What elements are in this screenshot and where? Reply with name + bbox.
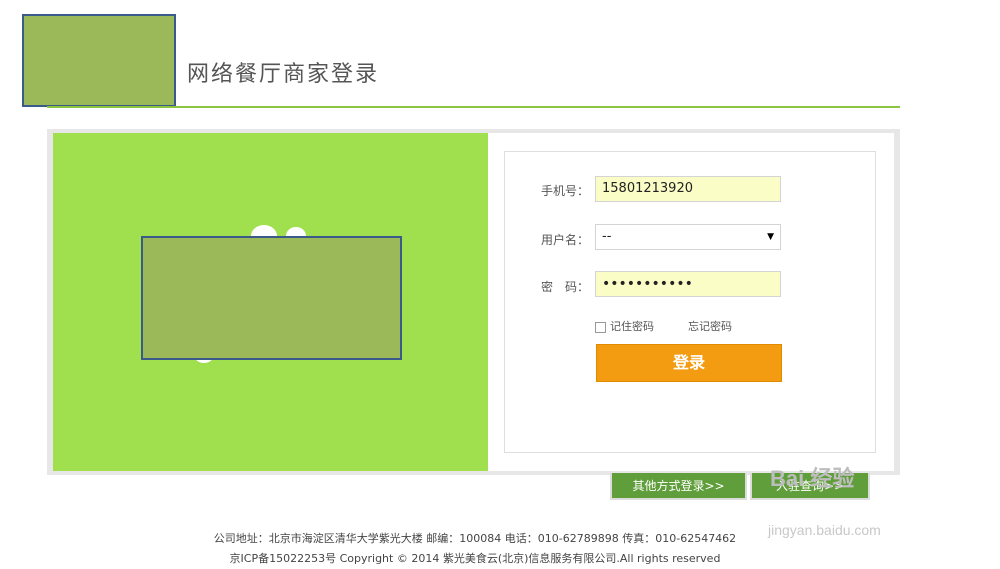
promo-panel: [53, 133, 488, 471]
username-label: 用户名：: [540, 233, 589, 247]
remember-label: 记住密码: [610, 320, 654, 333]
watermark-url: jingyan.baidu.com: [768, 522, 881, 538]
logo-placeholder: [22, 14, 176, 107]
remember-checkbox[interactable]: [595, 321, 606, 333]
other-login-button[interactable]: 其他方式登录>>: [610, 473, 747, 500]
promo-image-placeholder: [141, 236, 402, 360]
login-form: 手机号： 15801213920 用户名： -- ▼ 密 码： ••••••••…: [504, 151, 876, 453]
login-button[interactable]: 登录: [596, 344, 782, 382]
watermark-logo: Bai 经验: [770, 466, 855, 491]
phone-input[interactable]: 15801213920: [595, 176, 781, 202]
login-container: 手机号： 15801213920 用户名： -- ▼ 密 码： ••••••••…: [47, 129, 900, 475]
phone-label: 手机号：: [540, 184, 589, 198]
page-title: 网络餐厅商家登录: [187, 62, 380, 87]
password-label: 密 码：: [540, 280, 589, 294]
forgot-password-link[interactable]: 忘记密码: [688, 318, 732, 334]
username-select-value: --: [602, 229, 612, 244]
username-select[interactable]: -- ▼: [595, 224, 781, 250]
header-divider: [47, 106, 900, 108]
remember-password[interactable]: 记住密码: [595, 318, 654, 334]
login-form-panel: 手机号： 15801213920 用户名： -- ▼ 密 码： ••••••••…: [488, 133, 894, 471]
chevron-down-icon: ▼: [767, 232, 774, 242]
footer-copyright: 京ICP备15022253号 Copyright © 2014 紫光美食云(北京…: [229, 552, 721, 565]
password-input[interactable]: •••••••••••: [595, 271, 781, 297]
